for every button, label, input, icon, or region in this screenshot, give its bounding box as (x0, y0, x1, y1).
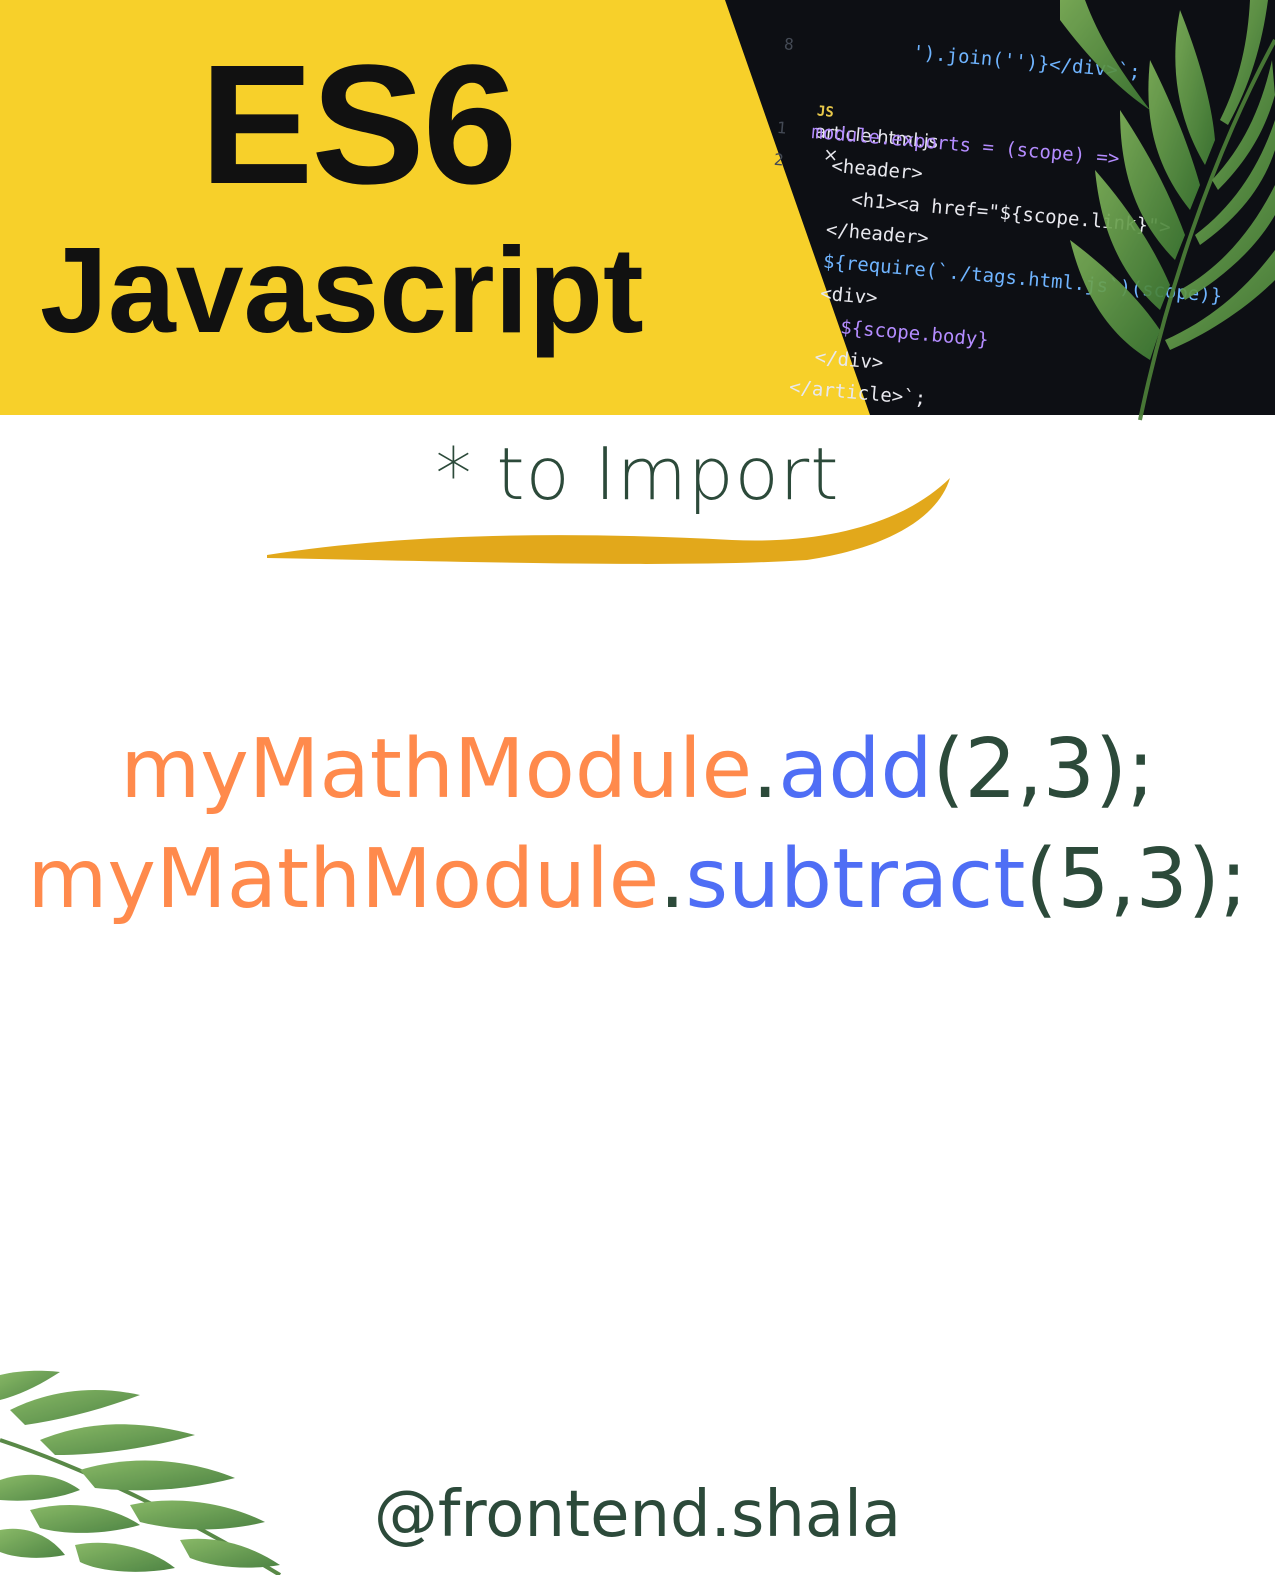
code-block: myMathModule.add(2,3); myMathModule.subt… (0, 715, 1275, 935)
arguments: (5,3); (1025, 832, 1248, 927)
social-handle: @frontend.shala (373, 1478, 902, 1552)
code-editor-image: ').join('')}</div>`; 8 JS article.html.j… (709, 0, 1275, 415)
title-es6: ES6 (200, 30, 517, 220)
editor-gutter-number: 2 (773, 149, 785, 170)
js-file-icon: JS (816, 103, 835, 121)
brush-underline-icon (267, 478, 950, 564)
banner: ').join('')}</div>`; 8 JS article.html.j… (0, 0, 1275, 415)
editor-code-line: ${scope.body} (793, 312, 990, 352)
dot: . (752, 722, 779, 817)
dot: . (659, 832, 686, 927)
editor-gutter-number: 8 (783, 34, 795, 55)
code-line-subtract: myMathModule.subtract(5,3); (0, 825, 1275, 935)
module-object: myMathModule (27, 832, 660, 927)
module-object: myMathModule (120, 722, 753, 817)
editor-code-line: </div> (791, 344, 885, 375)
method-add: add (778, 722, 933, 817)
editor-code-line: <div> (796, 280, 879, 310)
editor-gutter-number: 1 (775, 117, 788, 138)
method-subtract: subtract (685, 832, 1026, 927)
arguments: (2,3); (932, 722, 1155, 817)
editor-code-line: </article>`; (788, 376, 927, 410)
title-javascript: Javascript (40, 222, 644, 358)
code-line-add: myMathModule.add(2,3); (0, 715, 1275, 825)
editor-code-line: </header> (802, 216, 930, 250)
